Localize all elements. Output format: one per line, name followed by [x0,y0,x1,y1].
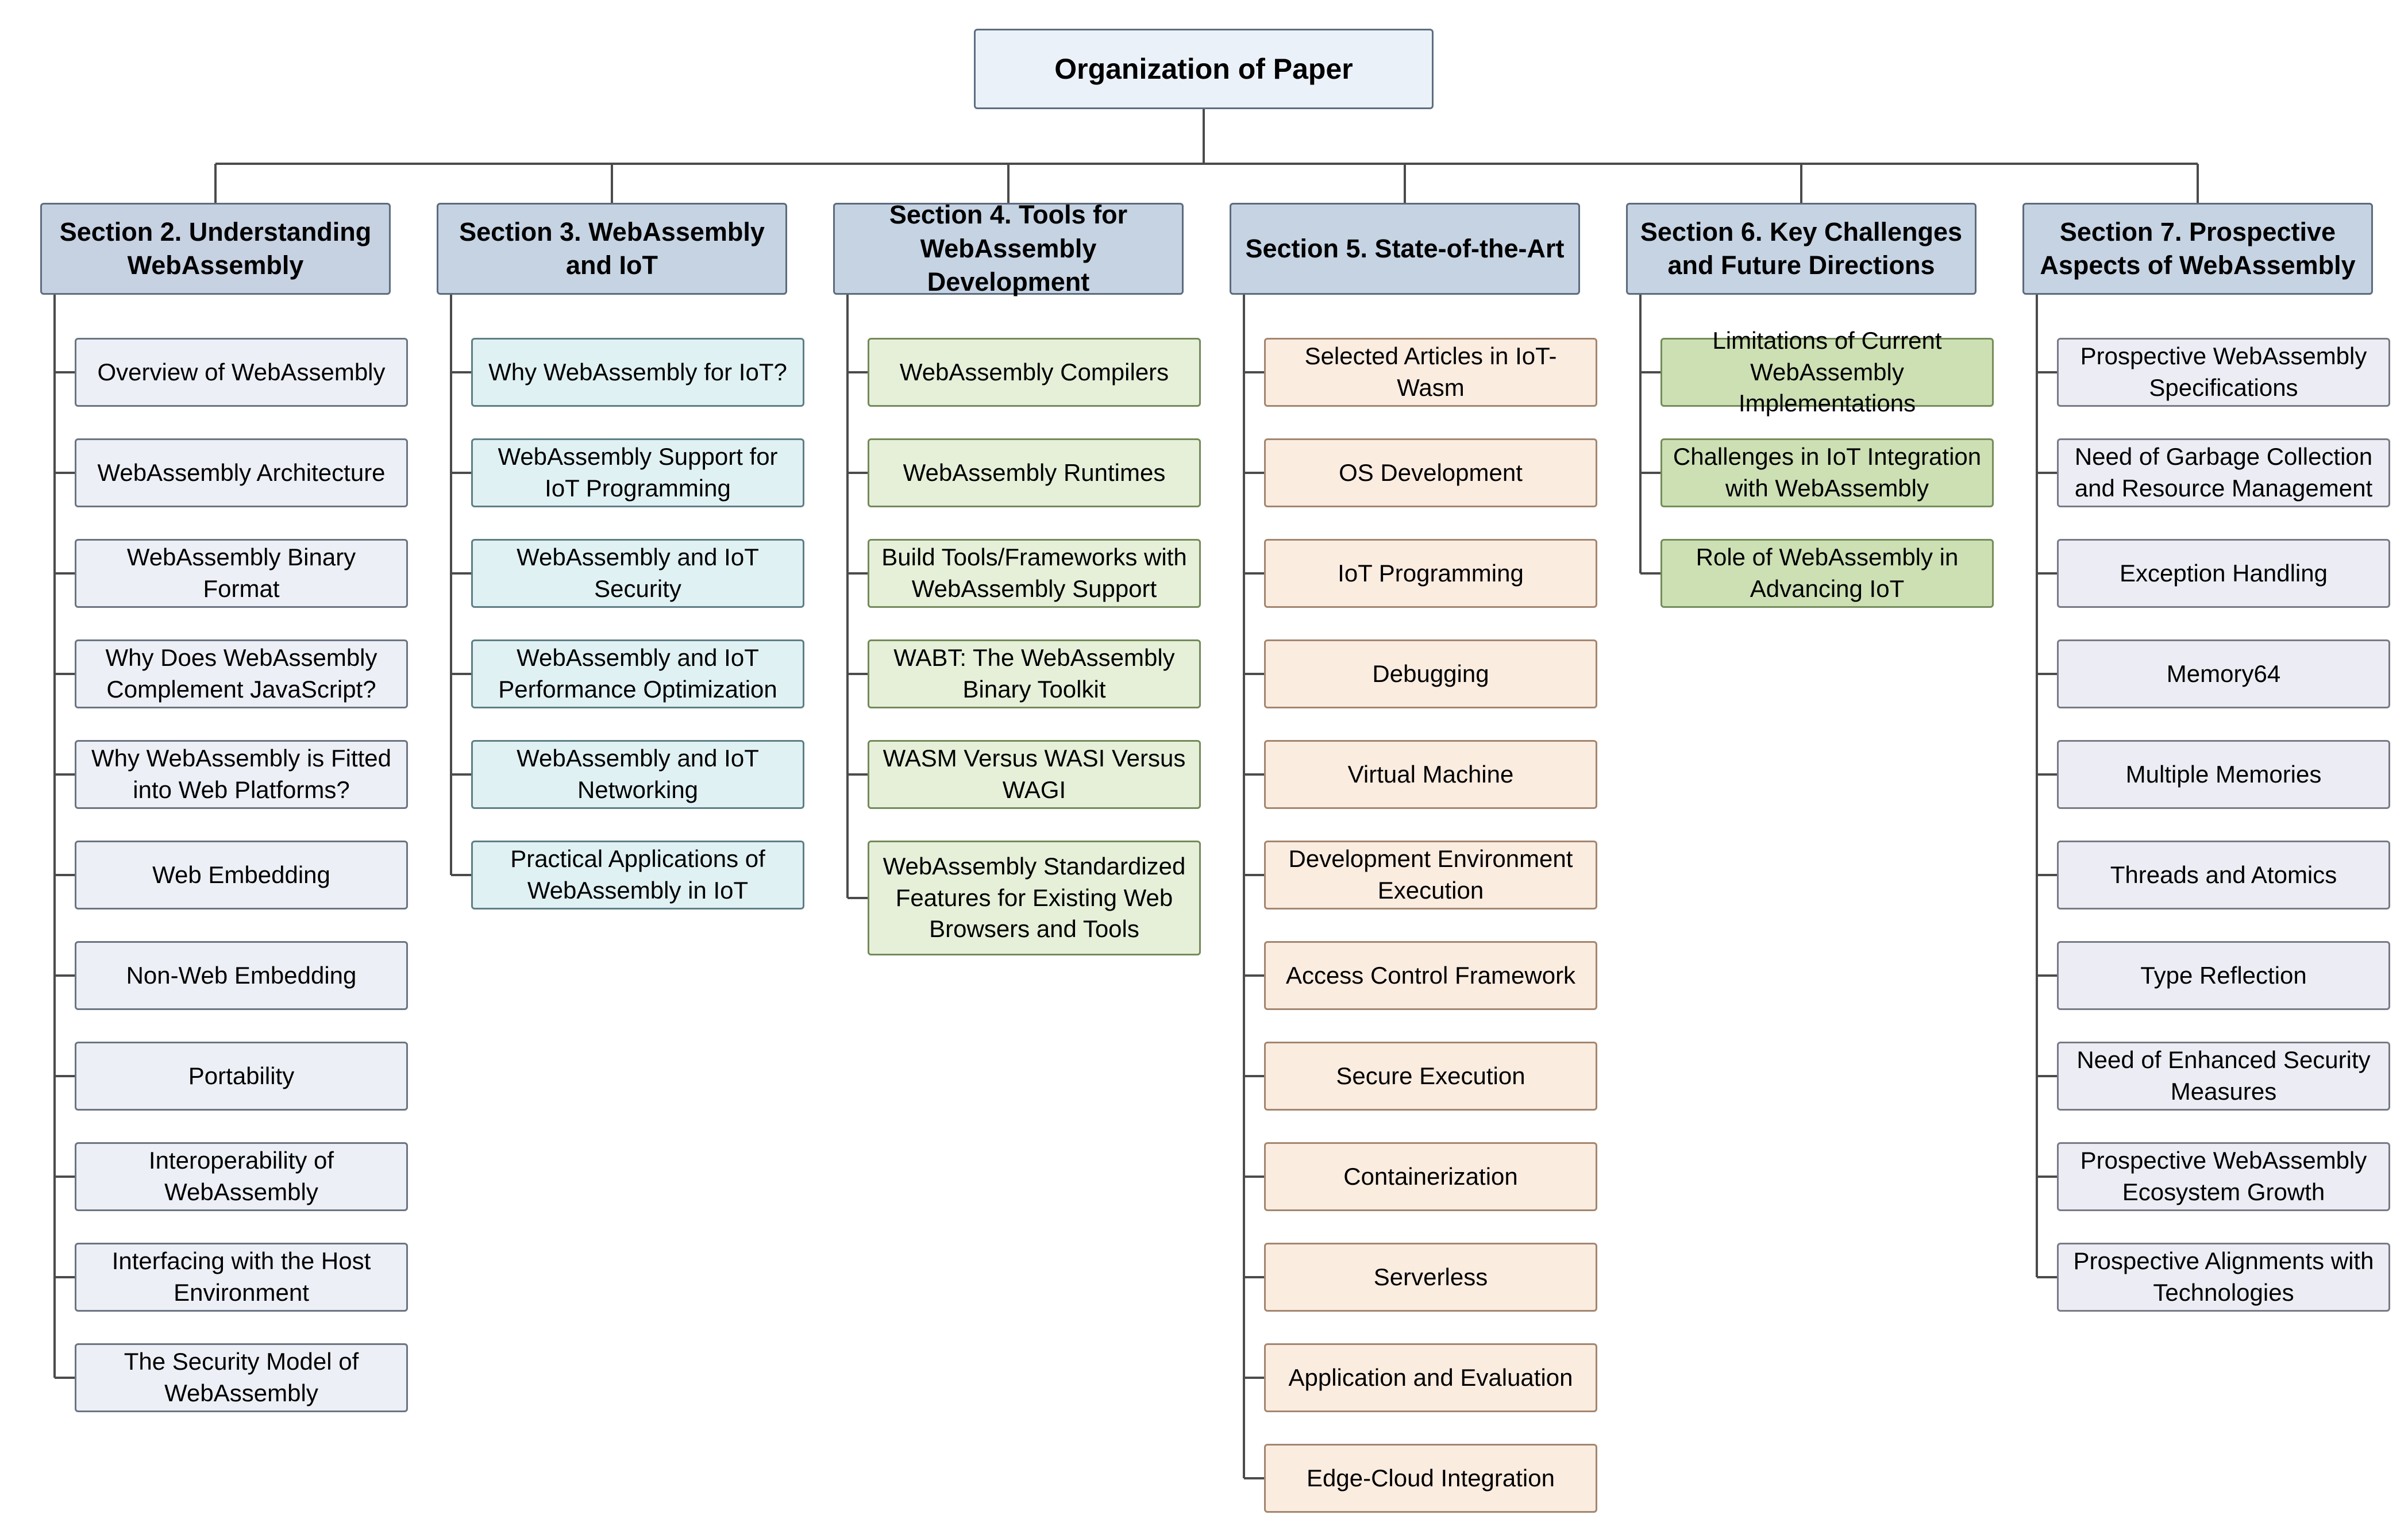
section-item: Why WebAssembly for IoT? [471,338,804,407]
section-item: Development Environment Execution [1264,841,1597,909]
section-header: Section 3. WebAssembly and IoT [437,203,787,295]
section-item: Why Does WebAssembly Complement JavaScri… [75,639,408,708]
section-header: Section 6. Key Challenges and Future Dir… [1626,203,1977,295]
section-item: WebAssembly and IoT Security [471,539,804,608]
section-item: Multiple Memories [2057,740,2390,809]
section-item: Access Control Framework [1264,941,1597,1010]
section-item: Secure Execution [1264,1042,1597,1111]
section-item: Need of Garbage Collection and Resource … [2057,438,2390,507]
section-item: OS Development [1264,438,1597,507]
section-item: Selected Articles in IoT-Wasm [1264,338,1597,407]
section-item: Application and Evaluation [1264,1343,1597,1412]
section-item: Role of WebAssembly in Advancing IoT [1660,539,1994,608]
section-item: WebAssembly and IoT Performance Optimiza… [471,639,804,708]
section-header: Section 7. Prospective Aspects of WebAss… [2022,203,2373,295]
section-item: Prospective WebAssembly Ecosystem Growth [2057,1142,2390,1211]
section-item: The Security Model of WebAssembly [75,1343,408,1412]
section-item: Web Embedding [75,841,408,909]
section-item: WABT: The WebAssembly Binary Toolkit [868,639,1201,708]
section-item: Type Reflection [2057,941,2390,1010]
section-item: IoT Programming [1264,539,1597,608]
section-item: Interfacing with the Host Environment [75,1243,408,1312]
section-item: WebAssembly Support for IoT Programming [471,438,804,507]
section-header: Section 4. Tools for WebAssembly Develop… [833,203,1184,295]
section-item: Need of Enhanced Security Measures [2057,1042,2390,1111]
section-item: WebAssembly and IoT Networking [471,740,804,809]
section-item: Practical Applications of WebAssembly in… [471,841,804,909]
section-item: Debugging [1264,639,1597,708]
section-item: Threads and Atomics [2057,841,2390,909]
section-item: WASM Versus WASI Versus WAGI [868,740,1201,809]
section-item: WebAssembly Standardized Features for Ex… [868,841,1201,955]
section-item: WebAssembly Compilers [868,338,1201,407]
section-item: WebAssembly Binary Format [75,539,408,608]
section-header: Section 5. State-of-the-Art [1230,203,1580,295]
section-item: Why WebAssembly is Fitted into Web Platf… [75,740,408,809]
section-item: Build Tools/Frameworks with WebAssembly … [868,539,1201,608]
section-item: Serverless [1264,1243,1597,1312]
section-item: Interoperability of WebAssembly [75,1142,408,1211]
section-item: WebAssembly Architecture [75,438,408,507]
section-item: Memory64 [2057,639,2390,708]
diagram-title: Organization of Paper [974,29,1434,109]
section-item: WebAssembly Runtimes [868,438,1201,507]
section-header: Section 2. Understanding WebAssembly [40,203,391,295]
section-item: Challenges in IoT Integration with WebAs… [1660,438,1994,507]
section-item: Edge-Cloud Integration [1264,1444,1597,1513]
section-item: Limitations of Current WebAssembly Imple… [1660,338,1994,407]
section-item: Non-Web Embedding [75,941,408,1010]
section-item: Virtual Machine [1264,740,1597,809]
section-item: Exception Handling [2057,539,2390,608]
section-item: Containerization [1264,1142,1597,1211]
section-item: Portability [75,1042,408,1111]
section-item: Overview of WebAssembly [75,338,408,407]
section-item: Prospective WebAssembly Specifications [2057,338,2390,407]
section-item: Prospective Alignments with Technologies [2057,1243,2390,1312]
